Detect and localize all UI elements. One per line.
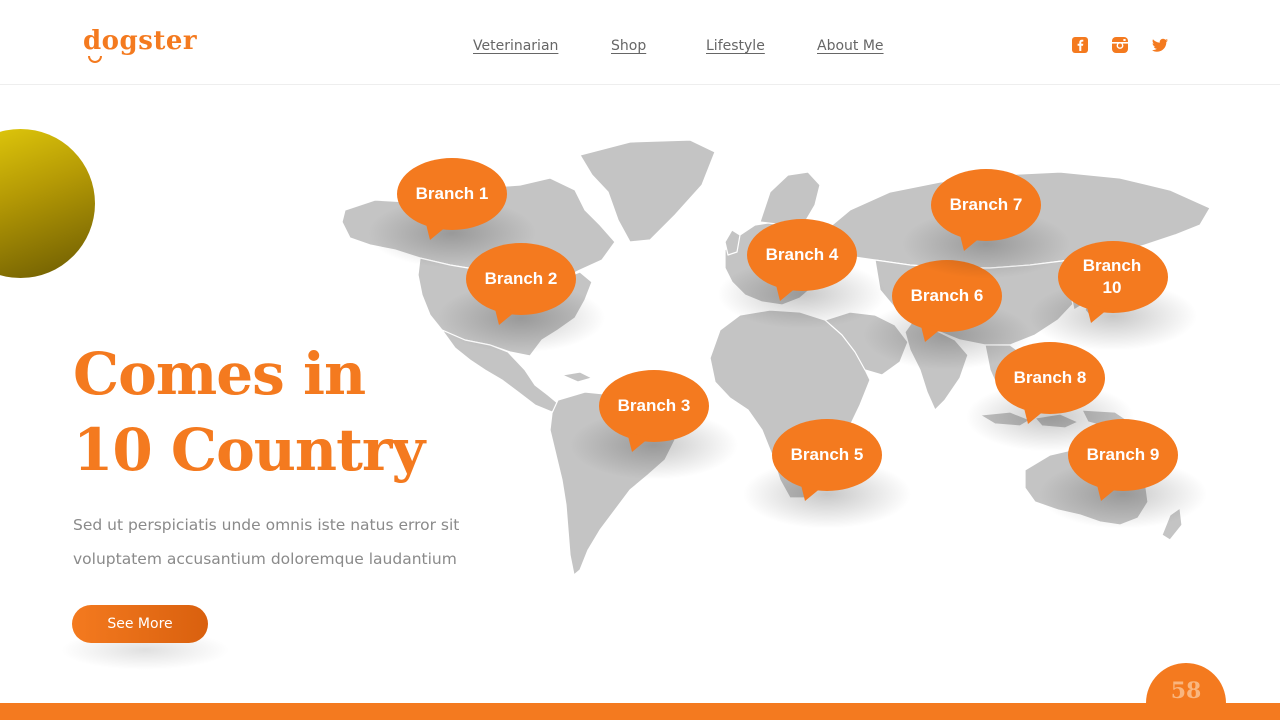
description-line-2: voluptatem accusantium doloremque laudan…: [73, 550, 457, 568]
page-title: Comes in 10 Country: [73, 336, 493, 488]
instagram-icon[interactable]: [1111, 36, 1129, 54]
page-number: 58: [1170, 678, 1202, 704]
logo-tail-icon: [88, 56, 102, 63]
branch-marker-4[interactable]: Branch 4: [717, 219, 887, 329]
branch-marker-1[interactable]: Branch 1: [367, 158, 537, 268]
see-more-button[interactable]: See More: [72, 605, 208, 643]
branch-marker-9[interactable]: Branch 9: [1038, 419, 1208, 529]
branch-marker-3[interactable]: Branch 3: [569, 370, 739, 480]
branch-label: Branch 7: [949, 195, 1023, 214]
branch-label: Branch 10: [1082, 256, 1142, 297]
title-line-2: 10 Country: [73, 416, 425, 484]
branch-label: Branch 4: [765, 245, 839, 264]
logo[interactable]: dogster: [83, 26, 197, 56]
nav-item-lifestyle[interactable]: Lifestyle: [706, 38, 765, 54]
branch-label: Branch 5: [790, 445, 864, 464]
nav-item-veterinarian[interactable]: Veterinarian: [473, 38, 558, 54]
branch-marker-7[interactable]: Branch 7: [901, 169, 1071, 279]
nav-item-shop[interactable]: Shop: [611, 38, 646, 54]
nav-item-about-me[interactable]: About Me: [817, 38, 884, 54]
branch-label: Branch 2: [484, 269, 558, 288]
title-line-1: Comes in: [73, 340, 366, 408]
decorative-circle: [0, 129, 95, 278]
branch-marker-10[interactable]: Branch 10: [1028, 241, 1198, 351]
branch-marker-2[interactable]: Branch 2: [436, 243, 606, 353]
twitter-icon[interactable]: [1151, 36, 1169, 54]
branch-marker-5[interactable]: Branch 5: [742, 419, 912, 529]
branch-label: Branch 9: [1086, 445, 1160, 464]
footer-bar: [0, 703, 1280, 720]
header: dogster Veterinarian Shop Lifestyle Abou…: [0, 0, 1280, 85]
description-line-1: Sed ut perspiciatis unde omnis iste natu…: [73, 516, 460, 534]
description: Sed ut perspiciatis unde omnis iste natu…: [73, 508, 493, 576]
branch-label: Branch 8: [1013, 368, 1087, 387]
facebook-icon[interactable]: [1071, 36, 1089, 54]
branch-label: Branch 1: [415, 184, 489, 203]
branch-label: Branch 3: [617, 396, 691, 415]
branch-marker-8[interactable]: Branch 8: [965, 342, 1135, 452]
